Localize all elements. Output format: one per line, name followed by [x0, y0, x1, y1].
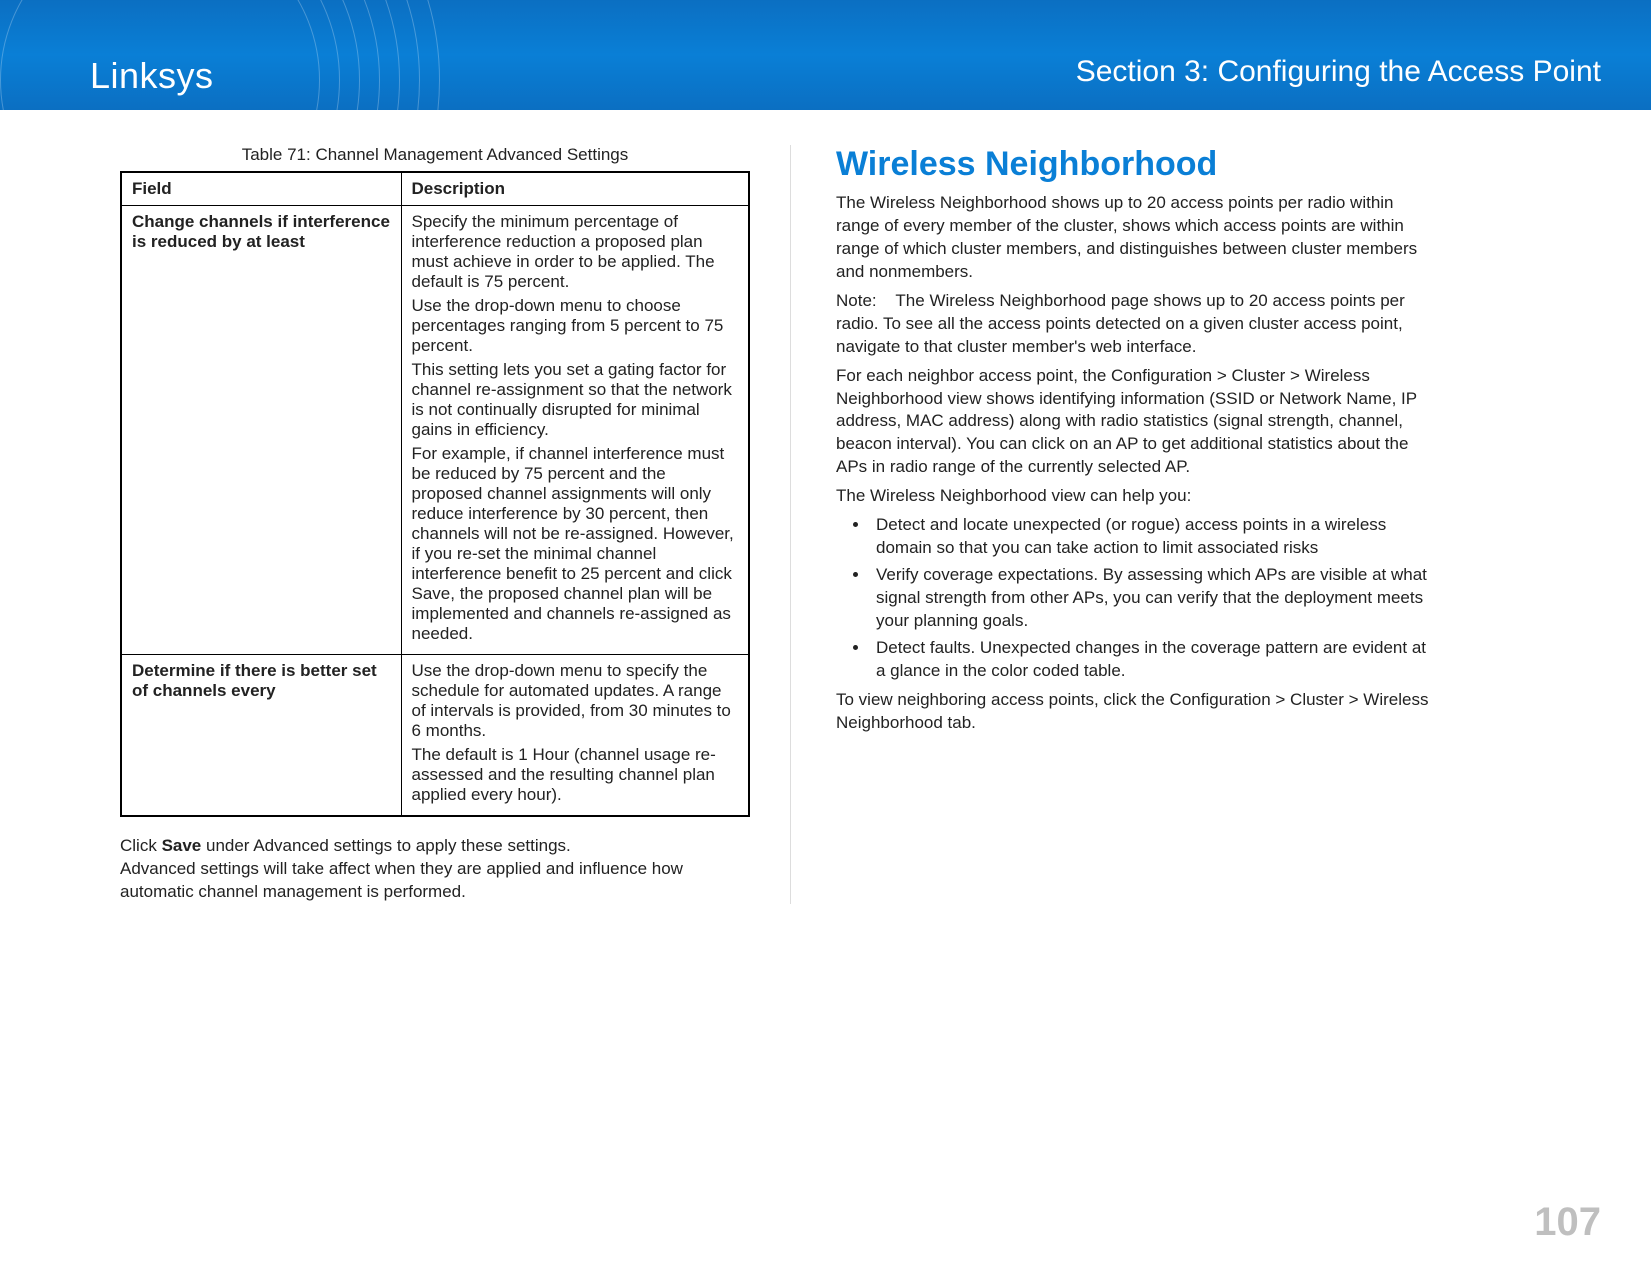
page-body: Table 71: Channel Management Advanced Se…	[0, 110, 1651, 904]
desc-paragraph: For example, if channel interference mus…	[412, 444, 739, 644]
note-label: Note:	[836, 290, 891, 313]
list-item: Detect and locate unexpected (or rogue) …	[870, 514, 1430, 560]
desc-paragraph: Specify the minimum percentage of interf…	[412, 212, 739, 292]
table-header-row: Field Description	[121, 172, 749, 206]
cell-field: Determine if there is better set of chan…	[121, 655, 401, 817]
page-number: 107	[1534, 1200, 1601, 1245]
paragraph: The Wireless Neighborhood shows up to 20…	[836, 192, 1430, 284]
desc-paragraph: Use the drop-down menu to specify the sc…	[412, 661, 739, 741]
after-table-line2: Advanced settings will take affect when …	[120, 858, 750, 904]
right-column: Wireless Neighborhood The Wireless Neigh…	[790, 145, 1430, 904]
paragraph: The Wireless Neighborhood view can help …	[836, 485, 1430, 508]
table-caption: Table 71: Channel Management Advanced Se…	[120, 145, 750, 165]
col-header-field: Field	[121, 172, 401, 206]
desc-paragraph: This setting lets you set a gating facto…	[412, 360, 739, 440]
click-save-line: Click Save under Advanced settings to ap…	[120, 835, 750, 858]
note-text: The Wireless Neighborhood page shows up …	[836, 291, 1405, 356]
header-decoration-arcs	[0, 0, 580, 110]
paragraph: For each neighbor access point, the Conf…	[836, 365, 1430, 480]
desc-paragraph: Use the drop-down menu to choose percent…	[412, 296, 739, 356]
page-header: Linksys Section 3: Configuring the Acces…	[0, 0, 1651, 110]
list-item: Detect faults. Unexpected changes in the…	[870, 637, 1430, 683]
brand-logo-text: Linksys	[90, 55, 214, 97]
cell-description: Specify the minimum percentage of interf…	[401, 206, 749, 655]
section-title: Section 3: Configuring the Access Point	[1076, 55, 1601, 89]
table-row: Determine if there is better set of chan…	[121, 655, 749, 817]
bullet-list: Detect and locate unexpected (or rogue) …	[870, 514, 1430, 683]
col-header-description: Description	[401, 172, 749, 206]
desc-paragraph: The default is 1 Hour (channel usage re-…	[412, 745, 739, 805]
list-item: Verify coverage expectations. By assessi…	[870, 564, 1430, 633]
section-heading: Wireless Neighborhood	[836, 145, 1430, 184]
note-paragraph: Note: The Wireless Neighborhood page sho…	[836, 290, 1430, 359]
save-bold-word: Save	[162, 836, 202, 855]
text-span: Click	[120, 836, 162, 855]
cell-description: Use the drop-down menu to specify the sc…	[401, 655, 749, 817]
cell-field: Change channels if interference is reduc…	[121, 206, 401, 655]
table-row: Change channels if interference is reduc…	[121, 206, 749, 655]
text-span: under Advanced settings to apply these s…	[201, 836, 571, 855]
right-body: The Wireless Neighborhood shows up to 20…	[836, 192, 1430, 735]
settings-table: Field Description Change channels if int…	[120, 171, 750, 817]
after-table-text: Click Save under Advanced settings to ap…	[120, 835, 750, 904]
left-column: Table 71: Channel Management Advanced Se…	[120, 145, 750, 904]
paragraph: To view neighboring access points, click…	[836, 689, 1430, 735]
